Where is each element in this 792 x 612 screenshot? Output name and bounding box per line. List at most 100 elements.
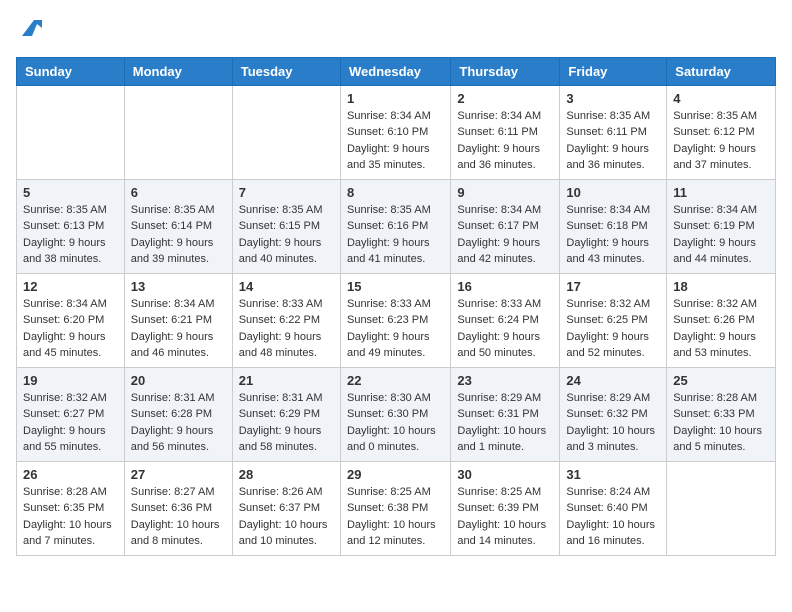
- day-info: Sunrise: 8:33 AM Sunset: 6:22 PM Dayligh…: [239, 296, 334, 362]
- day-info: Sunrise: 8:34 AM Sunset: 6:21 PM Dayligh…: [131, 296, 226, 362]
- day-info: Sunrise: 8:35 AM Sunset: 6:12 PM Dayligh…: [673, 108, 769, 174]
- day-number: 7: [239, 185, 334, 200]
- day-number: 23: [457, 373, 553, 388]
- calendar-week-row: 1 Sunrise: 8:34 AM Sunset: 6:10 PM Daylig…: [17, 85, 776, 179]
- page-header: [16, 16, 776, 45]
- day-info: Sunrise: 8:34 AM Sunset: 6:10 PM Dayligh…: [347, 108, 444, 174]
- day-info: Sunrise: 8:35 AM Sunset: 6:11 PM Dayligh…: [566, 108, 660, 174]
- calendar-cell: [667, 461, 776, 555]
- day-number: 1: [347, 91, 444, 106]
- day-info: Sunrise: 8:34 AM Sunset: 6:11 PM Dayligh…: [457, 108, 553, 174]
- day-number: 8: [347, 185, 444, 200]
- column-header-tuesday: Tuesday: [232, 57, 340, 85]
- day-info: Sunrise: 8:34 AM Sunset: 6:19 PM Dayligh…: [673, 202, 769, 268]
- day-info: Sunrise: 8:32 AM Sunset: 6:27 PM Dayligh…: [23, 390, 118, 456]
- day-info: Sunrise: 8:35 AM Sunset: 6:14 PM Dayligh…: [131, 202, 226, 268]
- day-info: Sunrise: 8:34 AM Sunset: 6:18 PM Dayligh…: [566, 202, 660, 268]
- calendar-cell: 15 Sunrise: 8:33 AM Sunset: 6:23 PM Dayli…: [340, 273, 450, 367]
- calendar-cell: 1 Sunrise: 8:34 AM Sunset: 6:10 PM Daylig…: [340, 85, 450, 179]
- calendar-cell: 9Sunrise: 8:34 AM Sunset: 6:17 PM Daylig…: [451, 179, 560, 273]
- calendar-cell: 31 Sunrise: 8:24 AM Sunset: 6:40 PM Dayli…: [560, 461, 667, 555]
- calendar-cell: 7 Sunrise: 8:35 AM Sunset: 6:15 PM Daylig…: [232, 179, 340, 273]
- column-header-monday: Monday: [124, 57, 232, 85]
- calendar-cell: 17 Sunrise: 8:32 AM Sunset: 6:25 PM Dayli…: [560, 273, 667, 367]
- calendar-cell: 18 Sunrise: 8:32 AM Sunset: 6:26 PM Dayli…: [667, 273, 776, 367]
- day-info: Sunrise: 8:25 AM Sunset: 6:39 PM Dayligh…: [457, 484, 553, 550]
- calendar-cell: [124, 85, 232, 179]
- day-number: 29: [347, 467, 444, 482]
- day-info: Sunrise: 8:34 AM Sunset: 6:20 PM Dayligh…: [23, 296, 118, 362]
- day-info: Sunrise: 8:35 AM Sunset: 6:16 PM Dayligh…: [347, 202, 444, 268]
- day-number: 25: [673, 373, 769, 388]
- calendar-cell: 30 Sunrise: 8:25 AM Sunset: 6:39 PM Dayli…: [451, 461, 560, 555]
- day-info: Sunrise: 8:28 AM Sunset: 6:33 PM Dayligh…: [673, 390, 769, 456]
- day-number: 5: [23, 185, 118, 200]
- calendar-cell: 22 Sunrise: 8:30 AM Sunset: 6:30 PM Dayli…: [340, 367, 450, 461]
- day-number: 3: [566, 91, 660, 106]
- calendar-cell: 21 Sunrise: 8:31 AM Sunset: 6:29 PM Dayli…: [232, 367, 340, 461]
- day-number: 11: [673, 185, 769, 200]
- day-info: Sunrise: 8:25 AM Sunset: 6:38 PM Dayligh…: [347, 484, 444, 550]
- calendar-cell: 4 Sunrise: 8:35 AM Sunset: 6:12 PM Daylig…: [667, 85, 776, 179]
- day-info: Sunrise: 8:33 AM Sunset: 6:23 PM Dayligh…: [347, 296, 444, 362]
- day-info: Sunrise: 8:31 AM Sunset: 6:28 PM Dayligh…: [131, 390, 226, 456]
- day-number: 28: [239, 467, 334, 482]
- column-header-friday: Friday: [560, 57, 667, 85]
- day-number: 19: [23, 373, 118, 388]
- day-info: Sunrise: 8:31 AM Sunset: 6:29 PM Dayligh…: [239, 390, 334, 456]
- column-header-saturday: Saturday: [667, 57, 776, 85]
- calendar-cell: 26 Sunrise: 8:28 AM Sunset: 6:35 PM Dayli…: [17, 461, 125, 555]
- calendar-cell: 3 Sunrise: 8:35 AM Sunset: 6:11 PM Daylig…: [560, 85, 667, 179]
- day-number: 18: [673, 279, 769, 294]
- day-info: Sunrise: 8:28 AM Sunset: 6:35 PM Dayligh…: [23, 484, 118, 550]
- calendar-week-row: 26 Sunrise: 8:28 AM Sunset: 6:35 PM Dayli…: [17, 461, 776, 555]
- day-number: 16: [457, 279, 553, 294]
- day-number: 31: [566, 467, 660, 482]
- calendar-cell: 25 Sunrise: 8:28 AM Sunset: 6:33 PM Dayli…: [667, 367, 776, 461]
- day-info: Sunrise: 8:32 AM Sunset: 6:25 PM Dayligh…: [566, 296, 660, 362]
- day-number: 24: [566, 373, 660, 388]
- logo-icon: [18, 16, 42, 40]
- day-info: Sunrise: 8:33 AM Sunset: 6:24 PM Dayligh…: [457, 296, 553, 362]
- calendar-cell: [232, 85, 340, 179]
- calendar-table: SundayMondayTuesdayWednesdayThursdayFrid…: [16, 57, 776, 556]
- day-number: 20: [131, 373, 226, 388]
- day-number: 10: [566, 185, 660, 200]
- day-info: Sunrise: 8:30 AM Sunset: 6:30 PM Dayligh…: [347, 390, 444, 456]
- calendar-cell: 10 Sunrise: 8:34 AM Sunset: 6:18 PM Dayli…: [560, 179, 667, 273]
- day-number: 21: [239, 373, 334, 388]
- day-number: 30: [457, 467, 553, 482]
- day-number: 17: [566, 279, 660, 294]
- column-header-sunday: Sunday: [17, 57, 125, 85]
- day-info: Sunrise: 8:24 AM Sunset: 6:40 PM Dayligh…: [566, 484, 660, 550]
- day-number: 15: [347, 279, 444, 294]
- calendar-cell: 29 Sunrise: 8:25 AM Sunset: 6:38 PM Dayli…: [340, 461, 450, 555]
- day-number: 2: [457, 91, 553, 106]
- day-number: 12: [23, 279, 118, 294]
- calendar-week-row: 19 Sunrise: 8:32 AM Sunset: 6:27 PM Dayli…: [17, 367, 776, 461]
- day-number: 22: [347, 373, 444, 388]
- calendar-cell: 24Sunrise: 8:29 AM Sunset: 6:32 PM Dayli…: [560, 367, 667, 461]
- calendar-week-row: 12 Sunrise: 8:34 AM Sunset: 6:20 PM Dayli…: [17, 273, 776, 367]
- day-number: 4: [673, 91, 769, 106]
- day-number: 6: [131, 185, 226, 200]
- day-info: Sunrise: 8:32 AM Sunset: 6:26 PM Dayligh…: [673, 296, 769, 362]
- calendar-cell: 28Sunrise: 8:26 AM Sunset: 6:37 PM Dayli…: [232, 461, 340, 555]
- day-number: 13: [131, 279, 226, 294]
- day-info: Sunrise: 8:29 AM Sunset: 6:31 PM Dayligh…: [457, 390, 553, 456]
- column-header-thursday: Thursday: [451, 57, 560, 85]
- calendar-cell: 20 Sunrise: 8:31 AM Sunset: 6:28 PM Dayli…: [124, 367, 232, 461]
- calendar-cell: 12 Sunrise: 8:34 AM Sunset: 6:20 PM Dayli…: [17, 273, 125, 367]
- column-header-wednesday: Wednesday: [340, 57, 450, 85]
- day-number: 27: [131, 467, 226, 482]
- calendar-header-row: SundayMondayTuesdayWednesdayThursdayFrid…: [17, 57, 776, 85]
- day-info: Sunrise: 8:34 AM Sunset: 6:17 PM Dayligh…: [457, 202, 553, 268]
- calendar-cell: 23 Sunrise: 8:29 AM Sunset: 6:31 PM Dayli…: [451, 367, 560, 461]
- day-number: 14: [239, 279, 334, 294]
- calendar-week-row: 5Sunrise: 8:35 AM Sunset: 6:13 PM Daylig…: [17, 179, 776, 273]
- day-info: Sunrise: 8:35 AM Sunset: 6:15 PM Dayligh…: [239, 202, 334, 268]
- calendar-cell: 8 Sunrise: 8:35 AM Sunset: 6:16 PM Daylig…: [340, 179, 450, 273]
- calendar-cell: 13 Sunrise: 8:34 AM Sunset: 6:21 PM Dayli…: [124, 273, 232, 367]
- calendar-cell: 19 Sunrise: 8:32 AM Sunset: 6:27 PM Dayli…: [17, 367, 125, 461]
- day-number: 26: [23, 467, 118, 482]
